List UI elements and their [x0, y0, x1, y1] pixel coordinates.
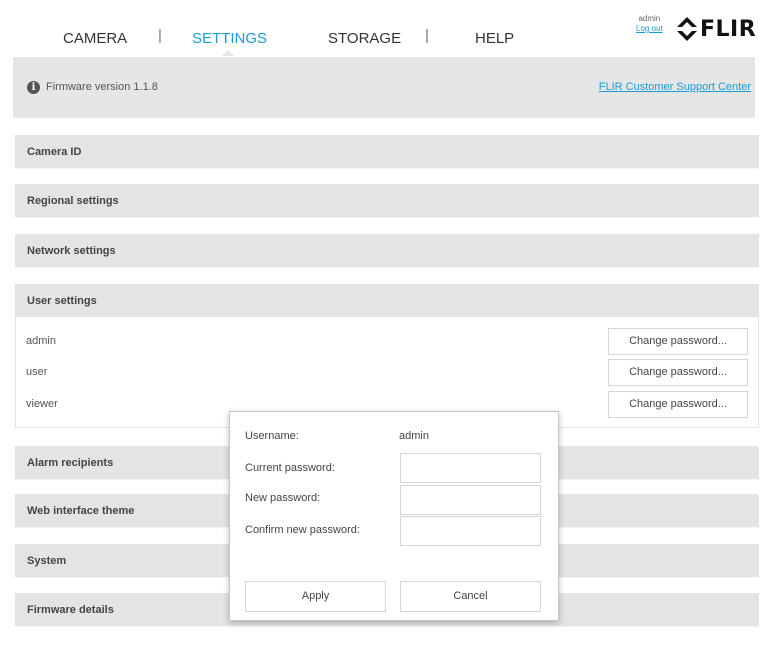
flir-diamond-icon	[677, 17, 697, 41]
section-title: Network settings	[27, 245, 116, 257]
current-password-label: Current password:	[245, 462, 335, 474]
section-camera-id[interactable]: Camera ID	[15, 135, 759, 168]
section-title: Web interface theme	[27, 505, 135, 517]
nav-separator: |	[425, 27, 429, 44]
username-value: admin	[399, 430, 429, 442]
user-row-name: admin	[26, 335, 56, 347]
top-navigation: CAMERA | SETTINGS STORAGE | HELP admin L…	[0, 0, 768, 56]
section-user-settings[interactable]: User settings	[15, 284, 759, 317]
nav-settings[interactable]: SETTINGS	[192, 30, 267, 47]
firmware-version: Firmware version 1.1.8	[46, 81, 158, 93]
user-row-name: user	[26, 366, 48, 378]
new-password-input[interactable]	[400, 485, 541, 515]
section-title: Alarm recipients	[27, 457, 114, 469]
info-icon: i	[27, 81, 40, 94]
confirm-password-label: Confirm new password:	[245, 524, 360, 536]
firmware-bar: i Firmware version 1.1.8 FLIR Customer S…	[13, 57, 755, 118]
support-center-link[interactable]: FLIR Customer Support Center	[599, 81, 751, 93]
username-label: admin	[638, 14, 661, 23]
apply-button[interactable]: Apply	[245, 581, 386, 612]
change-password-button-user[interactable]: Change password...	[608, 359, 748, 386]
current-password-input[interactable]	[400, 453, 541, 483]
logo-text: FLIR	[700, 16, 757, 42]
nav-camera[interactable]: CAMERA	[63, 30, 127, 47]
change-password-button-viewer[interactable]: Change password...	[608, 391, 748, 418]
active-tab-indicator	[222, 50, 234, 56]
user-block: admin Log out	[636, 14, 663, 34]
confirm-password-input[interactable]	[400, 516, 541, 546]
section-title: Camera ID	[27, 146, 82, 158]
user-row-name: viewer	[26, 398, 58, 410]
section-regional-settings[interactable]: Regional settings	[15, 184, 759, 217]
section-title: System	[27, 555, 67, 567]
new-password-label: New password:	[245, 492, 321, 504]
section-title: User settings	[27, 295, 97, 307]
nav-help[interactable]: HELP	[475, 30, 514, 47]
nav-separator: |	[158, 27, 162, 44]
nav-storage[interactable]: STORAGE	[328, 30, 401, 47]
change-password-dialog: Username: admin Current password: New pa…	[229, 411, 559, 621]
logout-link[interactable]: Log out	[636, 24, 663, 34]
flir-logo: FLIR	[677, 16, 756, 42]
section-network-settings[interactable]: Network settings	[15, 234, 759, 267]
username-field-label: Username:	[245, 430, 299, 442]
cancel-button[interactable]: Cancel	[400, 581, 541, 612]
change-password-button-admin[interactable]: Change password...	[608, 328, 748, 355]
section-title: Regional settings	[27, 195, 119, 207]
section-title: Firmware details	[27, 604, 114, 616]
